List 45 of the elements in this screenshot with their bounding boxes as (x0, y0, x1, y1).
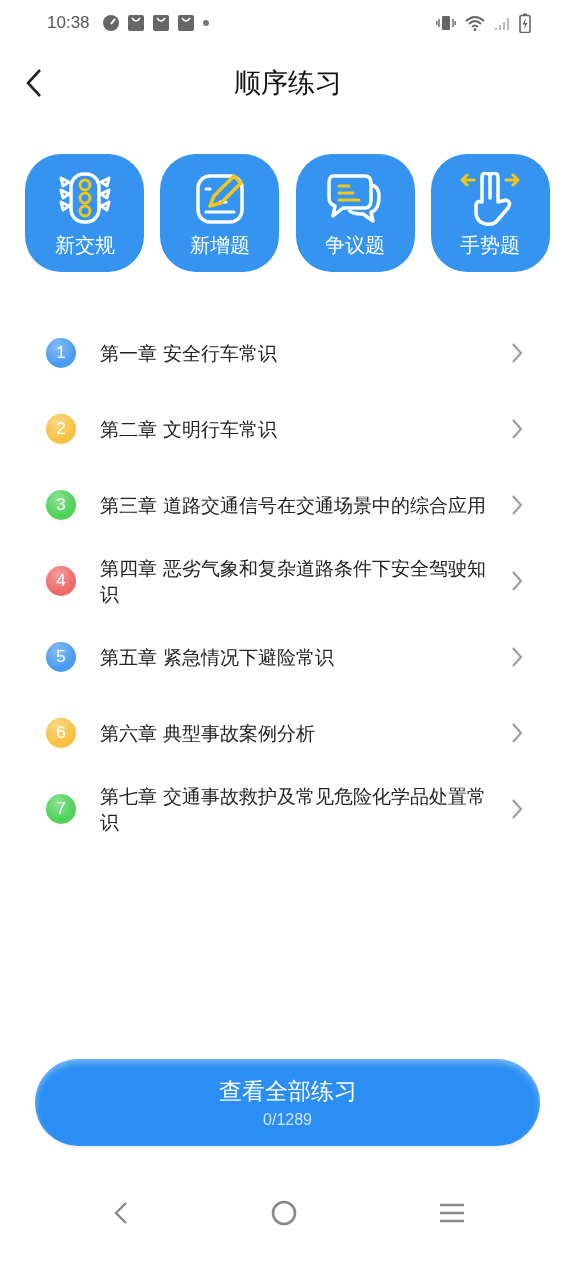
chapter-title: 第四章 恶劣气象和复杂道路条件下安全驾驶知识 (100, 556, 488, 607)
chevron-right-icon (511, 494, 523, 516)
chapter-title: 第七章 交通事故救护及常见危险化学品处置常识 (100, 784, 488, 835)
vibrate-icon (436, 15, 456, 31)
chevron-right-icon (511, 722, 523, 744)
dot-icon (202, 20, 209, 26)
chapter-title: 第二章 文明行车常识 (100, 417, 279, 442)
chapter-item[interactable]: 7 第七章 交通事故救护及常见危险化学品处置常识 (0, 771, 575, 847)
chapter-number: 4 (46, 566, 76, 596)
chapter-item[interactable]: 5 第五章 紧急情况下避险常识 (0, 619, 575, 695)
progress-count: 0/1289 (263, 1111, 312, 1129)
chapter-number: 1 (46, 338, 76, 368)
chapter-item[interactable]: 3 第三章 道路交通信号在交通场景中的综合应用 (0, 467, 575, 543)
chapter-title: 第六章 典型事故案例分析 (100, 721, 317, 746)
chapter-item[interactable]: 2 第二章 文明行车常识 (0, 391, 575, 467)
chapter-number: 7 (46, 794, 76, 824)
chapter-item[interactable]: 1 第一章 安全行车常识 (0, 315, 575, 391)
chapter-title: 第三章 道路交通信号在交通场景中的综合应用 (100, 493, 488, 518)
chevron-right-icon (511, 570, 523, 592)
chevron-right-icon (511, 646, 523, 668)
chapter-title: 第五章 紧急情况下避险常识 (100, 645, 336, 670)
signal-icon (494, 15, 510, 31)
chapter-number: 6 (46, 718, 76, 748)
chapter-title: 第一章 安全行车常识 (100, 341, 279, 366)
shopping-bag-icon (127, 15, 144, 31)
chapter-item[interactable]: 6 第六章 典型事故案例分析 (0, 695, 575, 771)
page-title: 顺序练习 (233, 66, 342, 100)
home-nav-icon[interactable] (271, 1200, 297, 1226)
shopping-bag-icon (152, 15, 169, 31)
back-button[interactable] (24, 68, 44, 98)
chapter-item[interactable]: 4 第四章 恶劣气象和复杂道路条件下安全驾驶知识 (0, 543, 575, 619)
chevron-right-icon (511, 342, 523, 364)
chapter-number: 5 (46, 642, 76, 672)
shopping-bag-icon (177, 15, 194, 31)
speedometer-icon (102, 15, 119, 31)
menu-nav-icon[interactable] (439, 1202, 465, 1224)
chevron-right-icon (511, 798, 523, 820)
back-nav-icon[interactable] (113, 1201, 129, 1225)
chevron-right-icon (511, 418, 523, 440)
chapter-number: 2 (46, 414, 76, 444)
status-time: 10:38 (47, 13, 90, 33)
chapter-number: 3 (46, 490, 76, 520)
battery-charging-icon (519, 13, 531, 33)
two-finger-swipe-icon (460, 171, 521, 226)
wifi-icon (465, 15, 485, 31)
